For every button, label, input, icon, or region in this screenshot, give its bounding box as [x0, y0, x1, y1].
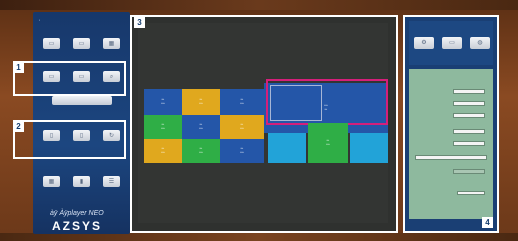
- layout-tile[interactable]: ▪▪▪ ▪▪▪▪: [220, 89, 264, 115]
- property-apply-button[interactable]: [453, 169, 485, 174]
- property-field-2[interactable]: [453, 101, 485, 106]
- property-field-1[interactable]: [453, 89, 485, 94]
- callout-number-1: 1: [13, 62, 24, 73]
- save-icon: ▦: [108, 40, 115, 47]
- wood-background-top: [0, 0, 518, 10]
- layout-tile[interactable]: ▪▪▪ ▪▪▪▪: [182, 139, 220, 163]
- brand-logo: AZSYS: [52, 219, 103, 233]
- wood-background-bottom: [0, 233, 518, 241]
- monitor-icon: ▭: [449, 40, 455, 46]
- properties-panel: ⚙ ▭ ◍: [403, 15, 499, 233]
- gear-icon: ⚙: [421, 40, 427, 46]
- tool-button-1[interactable]: ▦: [43, 176, 60, 187]
- save-button[interactable]: ▦: [103, 38, 120, 49]
- open-button[interactable]: ▭: [73, 38, 90, 49]
- layout-tile[interactable]: ▪▪▪ ▪▪▪▪: [144, 139, 182, 163]
- layout-tile[interactable]: ▪▪▪ ▪▪▪▪: [220, 115, 264, 139]
- grid-icon: ▦: [48, 178, 55, 185]
- new-file-icon: ▭: [48, 40, 55, 47]
- callout-number-3: 3: [134, 17, 145, 28]
- layout-tile[interactable]: ▪▪▪ ▪▪▪▪: [182, 89, 220, 115]
- callout-box-2: [13, 120, 126, 159]
- monitor-icon: ▮: [79, 178, 84, 185]
- layout-tile[interactable]: [350, 133, 388, 163]
- property-select[interactable]: [415, 155, 487, 160]
- properties-toolbar: ⚙ ▭ ◍: [409, 21, 493, 65]
- info-icon: ◍: [477, 40, 483, 46]
- layout-tile[interactable]: ▪▪▪ ▪▪▪▪: [144, 89, 182, 115]
- property-button-1[interactable]: ⚙: [414, 37, 434, 49]
- folder-icon: ▭: [78, 40, 85, 47]
- layout-tile[interactable]: ▪▪▪ ▪▪▪▪: [182, 115, 220, 139]
- property-button-2[interactable]: ▭: [442, 37, 462, 49]
- callout-number-4: 4: [482, 217, 493, 228]
- list-icon: ☰: [108, 178, 115, 185]
- layout-tile[interactable]: ▪▪▪ ▪▪▪▪: [308, 123, 348, 163]
- canvas-area[interactable]: ▪▪▪ ▪▪▪▪ ▪▪▪ ▪▪▪▪ ▪▪▪ ▪▪▪▪ ▪▪▪▪ ▪▪▪ ▪▪▪ ▪▪▪▪ …: [138, 23, 388, 223]
- section-label-file: ▪: [39, 18, 41, 22]
- properties-form: [409, 69, 493, 219]
- highlight-frame: [266, 79, 388, 125]
- property-field-3[interactable]: [453, 113, 485, 118]
- property-field-4[interactable]: [453, 129, 485, 134]
- tool-button-3[interactable]: ☰: [103, 176, 120, 187]
- wide-action-button[interactable]: [52, 96, 112, 105]
- callout-box-1: [13, 61, 126, 96]
- brand-subtitle: àÿ Àÿplayer NEO: [50, 210, 104, 217]
- layout-tile[interactable]: ▪▪▪ ▪▪▪▪: [144, 115, 182, 139]
- new-button[interactable]: ▭: [43, 38, 60, 49]
- tool-button-2[interactable]: ▮: [73, 176, 90, 187]
- property-button-3[interactable]: ◍: [470, 37, 490, 49]
- layout-canvas[interactable]: ▪▪▪ ▪▪▪▪ ▪▪▪ ▪▪▪▪ ▪▪▪ ▪▪▪▪ ▪▪▪▪ ▪▪▪ ▪▪▪ ▪▪▪▪ …: [130, 15, 398, 233]
- layout-tile[interactable]: [268, 133, 306, 163]
- layout-tile[interactable]: ▪▪▪ ▪▪▪▪: [220, 139, 264, 163]
- property-toggle[interactable]: [457, 191, 485, 195]
- property-field-5[interactable]: [453, 141, 485, 146]
- callout-number-2: 2: [13, 121, 24, 132]
